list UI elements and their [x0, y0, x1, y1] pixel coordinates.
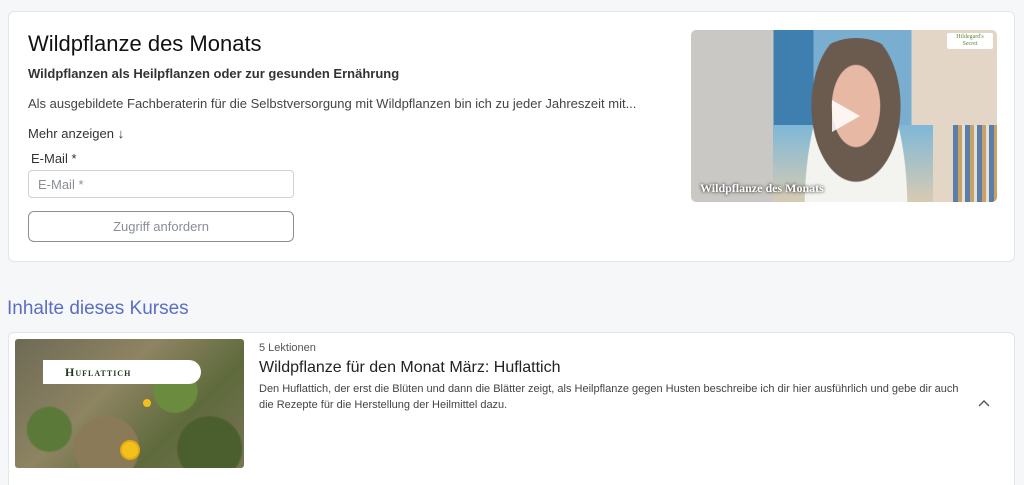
email-label: E-Mail *	[31, 151, 77, 166]
flower-shape	[122, 442, 138, 458]
show-more-link[interactable]: Mehr anzeigen ↓	[28, 126, 124, 141]
email-field[interactable]	[28, 170, 294, 198]
lesson-title[interactable]: Wildpflanze für den Monat März: Huflatti…	[259, 359, 560, 377]
video-caption: Wildpflanze des Monats	[700, 181, 824, 195]
video-bookshelf	[953, 125, 997, 202]
channel-logo: Hildegard's Secret	[947, 33, 993, 49]
course-card: Wildpflanze des Monats Wildpflanzen als …	[8, 11, 1015, 262]
logo-line2: Secret	[962, 41, 978, 47]
lesson-count: 5 Lektionen	[259, 342, 316, 354]
page-title: Wildpflanze des Monats	[28, 31, 262, 56]
chevron-up-icon[interactable]	[975, 395, 993, 413]
play-icon[interactable]	[824, 96, 864, 136]
thumbnail-label-text: Huflattich	[65, 365, 132, 379]
section-title: Inhalte dieses Kurses	[7, 298, 189, 319]
course-description: Als ausgebildete Fachberaterin für die S…	[28, 96, 637, 111]
lesson-description: Den Huflattich, der erst die Blüten und …	[259, 383, 959, 411]
thumbnail-label: Huflattich	[43, 360, 201, 384]
lesson-card[interactable]: Huflattich 5 Lektionen Wildpflanze für d…	[8, 332, 1015, 485]
logo-line1: Hildegard's	[956, 34, 984, 40]
video-player[interactable]: Hildegard's Secret Wildpflanze des Monat…	[691, 30, 997, 202]
course-subtitle: Wildpflanzen als Heilpflanzen oder zur g…	[28, 66, 400, 81]
lesson-thumbnail[interactable]: Huflattich	[15, 339, 244, 468]
request-access-button[interactable]: Zugriff anfordern	[28, 211, 294, 242]
flower-shape	[143, 399, 151, 407]
